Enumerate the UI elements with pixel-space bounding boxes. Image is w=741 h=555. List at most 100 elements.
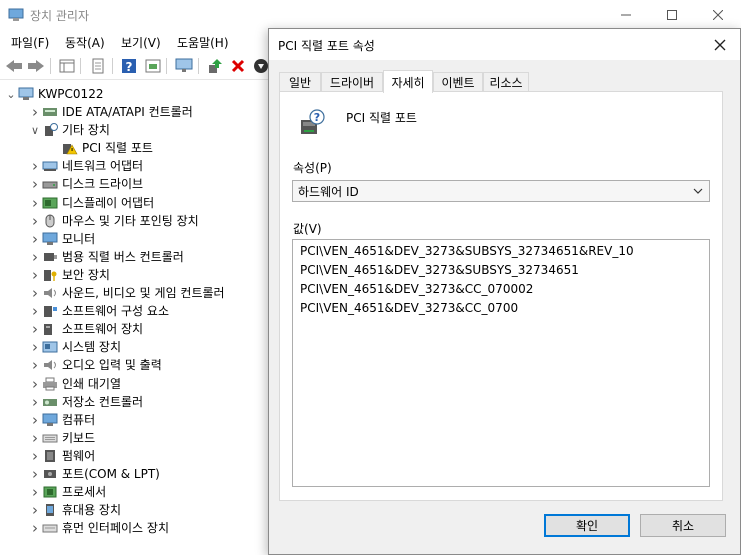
tree-category[interactable]: › 마우스 및 기타 포인팅 장치 [28,212,199,230]
tree-category[interactable]: › 네트워크 어댑터 [28,157,143,175]
close-icon [714,39,726,50]
system-device-icon [42,341,58,353]
update-driver-icon [209,59,222,73]
chevron-right-icon[interactable]: › [28,194,42,212]
value-item[interactable]: PCI\VEN_4651&DEV_3273&CC_0700 [300,299,709,318]
tree-category[interactable]: › 모니터 [28,230,95,248]
menu-file[interactable]: 파일(F) [11,34,49,51]
chevron-down-icon[interactable]: ⌄ [4,85,18,103]
tree-category[interactable]: › 범용 직렬 버스 컨트롤러 [28,248,184,266]
monitor-icon [42,232,58,245]
storage-controller-icon [43,399,57,406]
chevron-right-icon[interactable]: › [28,501,42,519]
tab-general[interactable]: 일반 [279,72,321,92]
tab-driver[interactable]: 드라이버 [321,72,383,92]
chevron-right-icon[interactable]: › [28,302,42,320]
chevron-right-icon[interactable]: › [28,465,42,483]
update-driver-button[interactable] [205,57,225,75]
chevron-right-icon[interactable]: › [28,483,42,501]
tab-details[interactable]: 자세히 [383,70,433,93]
chevron-right-icon[interactable]: › [28,212,42,230]
value-item[interactable]: PCI\VEN_4651&DEV_3273&SUBSYS_32734651&RE… [300,242,709,261]
tree-category[interactable]: › 디스플레이 어댑터 [28,194,154,212]
chevron-right-icon[interactable]: › [28,230,42,248]
scan-hardware-button[interactable] [174,57,194,75]
value-item[interactable]: PCI\VEN_4651&DEV_3273&CC_070002 [300,280,709,299]
portable-device-icon [46,504,54,516]
tree-category[interactable]: ∨ 기타 장치 [28,121,110,139]
tree-category[interactable]: › 펌웨어 [28,447,95,465]
tree-item-label: 디스플레이 어댑터 [62,196,155,210]
menu-view[interactable]: 보기(V) [121,34,161,51]
mouse-icon [45,214,55,228]
monitor-scan-icon [175,58,193,72]
chevron-right-icon[interactable]: › [28,411,42,429]
show-hide-tree-button[interactable] [57,57,77,75]
tree-category[interactable]: › 포트(COM & LPT) [28,465,160,483]
chevron-right-icon[interactable]: › [28,103,42,121]
tree-child-item[interactable]: PCI 직렬 포트 [62,139,153,157]
chevron-right-icon[interactable]: › [28,266,42,284]
properties-dialog: PCI 직렬 포트 속성 일반 드라이버 자세히 이벤트 리소스 ? PCI 직… [268,28,741,555]
chevron-down-icon[interactable]: ∨ [28,121,42,139]
menu-action[interactable]: 동작(A) [65,34,105,51]
chevron-right-icon[interactable]: › [28,356,42,374]
computer-root-icon [18,87,34,100]
toolbar-separator [112,58,113,74]
tree-category[interactable]: › 인쇄 대기열 [28,375,121,393]
toolbar-separator [198,58,199,74]
tree-category[interactable]: › 시스템 장치 [28,338,121,356]
chevron-right-icon[interactable]: › [28,320,42,338]
main-close-button[interactable] [695,0,741,30]
tree-category[interactable]: › 휴먼 인터페이스 장치 [28,519,169,537]
tree-category[interactable]: › 사운드, 비디오 및 게임 컨트롤러 [28,284,225,302]
uninstall-button[interactable] [228,57,248,75]
chevron-right-icon[interactable]: › [28,375,42,393]
maximize-button[interactable] [649,0,695,30]
tree-category[interactable]: › 디스크 드라이브 [28,175,143,193]
tree-category[interactable]: › 오디오 입력 및 출력 [28,356,162,374]
menu-help[interactable]: 도움말(H) [177,34,229,51]
forward-button[interactable] [26,57,46,75]
chevron-down-icon [693,188,703,194]
ok-button[interactable]: 확인 [544,514,630,537]
chevron-right-icon[interactable]: › [28,157,42,175]
tree-item-label: 소프트웨어 장치 [62,322,144,336]
back-button[interactable] [4,57,24,75]
tree-category[interactable]: › 휴대용 장치 [28,501,121,519]
download-icon [254,59,268,73]
tree-root[interactable]: ⌄ KWPC0122 [4,85,103,103]
properties-button[interactable] [88,57,108,75]
minimize-button[interactable] [603,0,649,30]
tree-category[interactable]: › 키보드 [28,429,95,447]
tree-item-label: 모니터 [62,232,96,246]
tab-events[interactable]: 이벤트 [433,72,483,92]
chevron-right-icon[interactable]: › [28,284,42,302]
tree-category[interactable]: › 컴퓨터 [28,411,95,429]
chevron-right-icon[interactable]: › [28,338,42,356]
tree-category[interactable]: › 소프트웨어 구성 요소 [28,302,169,320]
chevron-right-icon[interactable]: › [28,429,42,447]
security-device-icon [44,270,57,281]
chevron-right-icon[interactable]: › [28,248,42,266]
chevron-right-icon[interactable]: › [28,519,42,537]
tree-category[interactable]: › 소프트웨어 장치 [28,320,143,338]
driver-details-button[interactable] [143,57,163,75]
cancel-button[interactable]: 취소 [640,514,726,537]
tree-category[interactable]: › IDE ATA/ATAPI 컨트롤러 [28,103,193,121]
value-item[interactable]: PCI\VEN_4651&DEV_3273&SUBSYS_32734651 [300,261,709,280]
chevron-right-icon[interactable]: › [28,393,42,411]
tab-resources[interactable]: 리소스 [483,72,529,92]
property-dropdown[interactable]: 하드웨어 ID [292,180,710,202]
dialog-close-button[interactable] [700,29,740,60]
tree-item-label: 저장소 컨트롤러 [62,395,144,409]
tree-category[interactable]: › 프로세서 [28,483,106,501]
chevron-right-icon[interactable]: › [28,175,42,193]
value-list[interactable]: PCI\VEN_4651&DEV_3273&SUBSYS_32734651&RE… [292,239,710,487]
tree-category[interactable]: › 저장소 컨트롤러 [28,393,143,411]
processor-icon [43,486,57,498]
chevron-right-icon[interactable]: › [28,447,42,465]
help-button[interactable]: ? [119,57,139,75]
speaker-icon [44,288,56,298]
tree-category[interactable]: › 보안 장치 [28,266,110,284]
